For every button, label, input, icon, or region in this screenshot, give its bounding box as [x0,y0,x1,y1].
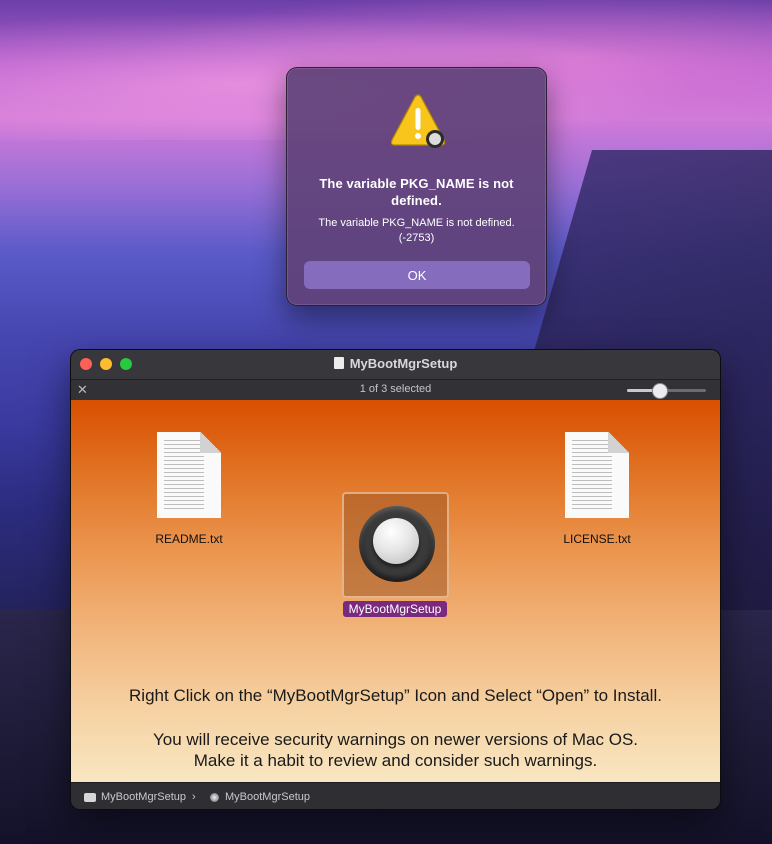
file-readme[interactable]: README.txt [143,432,235,546]
text-document-icon [565,432,629,518]
drive-icon [84,792,96,802]
slider-knob[interactable] [651,383,668,399]
path-bar: MyBootMgrSetup › MyBootMgrSetup [71,782,720,809]
selection-status: 1 of 3 selected [359,383,432,395]
window-title-text: MyBootMgrSetup [349,356,458,371]
instruction-line: Make it a habit to review and consider s… [193,751,598,770]
finder-window: MyBootMgrSetup ✕ 1 of 3 selected README.… [70,349,721,810]
ok-button[interactable]: OK [304,261,530,289]
selected-file-label[interactable]: MyBootMgrSetup [343,601,447,617]
warning-triangle-icon [390,94,446,148]
path-label: MyBootMgrSetup [101,791,186,803]
installer-app-icon [359,506,435,582]
instruction-line: You will receive security warnings on ne… [152,730,639,749]
file-label: README.txt [155,532,223,546]
path-item-app[interactable]: MyBootMgrSetup [210,791,310,803]
status-toolbar: ✕ 1 of 3 selected [71,379,720,401]
disk-image-icon [333,357,344,369]
window-title: MyBootMgrSetup [71,356,720,371]
install-instructions: Right Click on the “MyBootMgrSetup” Icon… [71,685,720,771]
installer-app-icon [210,792,219,802]
path-item-volume[interactable]: MyBootMgrSetup › [84,791,196,803]
chevron-right-icon: › [191,791,196,803]
alert-dialog: The variable PKG_NAME is not defined. Th… [286,67,547,306]
file-label: LICENSE.txt [563,532,631,546]
alert-title: The variable PKG_NAME is not defined. [319,176,514,208]
text-document-icon [157,432,221,518]
icon-size-slider[interactable] [627,383,706,399]
file-license[interactable]: LICENSE.txt [551,432,643,546]
path-label: MyBootMgrSetup [225,791,310,803]
instruction-line: Right Click on the “MyBootMgrSetup” Icon… [129,686,662,705]
file-installer[interactable] [342,492,449,598]
finder-content: README.txt MyBootMgrSetup LICENSE.txt Ri… [71,400,720,782]
alert-message: The variable PKG_NAME is not defined. (-… [318,217,515,244]
title-bar[interactable]: MyBootMgrSetup [71,350,720,379]
